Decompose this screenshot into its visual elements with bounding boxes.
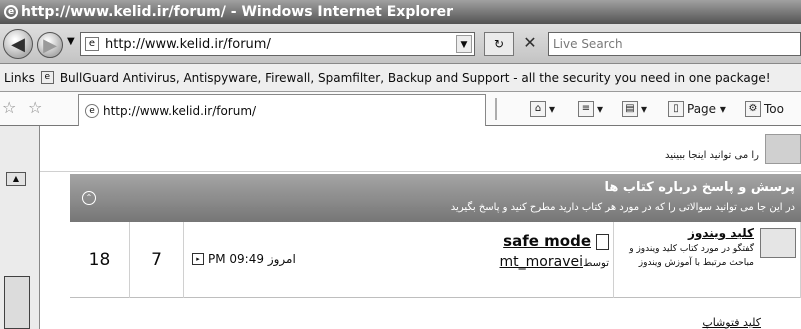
last-post-day: امروز: [267, 252, 296, 266]
title-bar: e http://www.kelid.ir/forum/ - Windows I…: [0, 0, 801, 24]
ie-logo-icon: e: [4, 5, 18, 19]
tab-label[interactable]: http://www.kelid.ir/forum/: [103, 104, 256, 118]
thread-doc-icon: [596, 234, 609, 250]
previous-forum-text: را می توانید اینجا ببینید: [665, 150, 759, 161]
print-button[interactable]: ▤ ▾: [622, 99, 647, 119]
page-menu-button[interactable]: ▯ Page ▾: [668, 99, 726, 119]
home-icon: ⌂: [530, 101, 546, 117]
page-content: ▲ را می توانید اینجا ببینید ⌃ پرسش و پاس…: [0, 126, 801, 329]
forum-book-icon: [760, 228, 796, 258]
category-title[interactable]: پرسش و پاسخ درباره کتاب ها: [604, 180, 795, 195]
by-label: توسط: [583, 258, 609, 269]
search-input[interactable]: Live Search: [548, 32, 801, 56]
threads-count: 7: [130, 222, 184, 298]
scroll-up-arrow-icon[interactable]: ▲: [6, 172, 26, 186]
forum-title-link[interactable]: کلید ویندوز: [688, 226, 754, 240]
address-toolbar: ◀ ▶ ▼ e http://www.kelid.ir/forum/ ▼ ↻ ✕…: [0, 24, 801, 64]
category-header: ⌃ پرسش و پاسخ درباره کتاب ها در این جا م…: [70, 174, 801, 222]
tab-bar: ☆ ☆ e http://www.kelid.ir/forum/ ⌂ ▾ ≡ ▾ ▤…: [0, 92, 801, 126]
go-to-post-icon[interactable]: ▸: [192, 253, 204, 265]
printer-icon: ▤: [622, 101, 638, 117]
page-icon: e: [85, 37, 99, 51]
last-thread-link[interactable]: safe mode: [503, 232, 591, 250]
address-url[interactable]: http://www.kelid.ir/forum/: [105, 37, 271, 52]
posts-count: 18: [70, 222, 130, 298]
last-post-time: PM 09:49: [208, 252, 264, 266]
tab-separator: [495, 98, 497, 120]
links-bar: Links e BullGuard Antivirus, Antispyware…: [0, 64, 801, 92]
scroll-thumb[interactable]: [4, 276, 30, 329]
link-page-icon: e: [40, 71, 54, 84]
page-menu-label[interactable]: Page: [687, 102, 716, 116]
last-post-date: ▸ PM 09:49 امروز: [192, 252, 296, 266]
page-menu-icon: ▯: [668, 101, 684, 117]
forward-button[interactable]: ▶: [37, 32, 63, 58]
search-placeholder[interactable]: Live Search: [553, 37, 623, 51]
gear-icon: ⚙: [745, 101, 761, 117]
feeds-icon: ≡: [578, 101, 594, 117]
forum-description: گفتگو در مورد کتاب کلید ویندوز و مباحث م…: [629, 244, 754, 268]
tools-menu-button[interactable]: ⚙ Too: [745, 99, 784, 119]
recent-pages-dropdown-icon[interactable]: ▼: [67, 36, 75, 47]
tab-current[interactable]: e http://www.kelid.ir/forum/: [78, 94, 486, 126]
add-favorites-icon[interactable]: ☆: [28, 98, 42, 117]
tab-page-icon: e: [85, 103, 99, 118]
forum-info-cell: کلید ویندوز گفتگو در مورد کتاب کلید ویند…: [614, 222, 801, 298]
links-item[interactable]: BullGuard Antivirus, Antispyware, Firewa…: [60, 71, 771, 85]
refresh-button[interactable]: ↻: [484, 32, 514, 56]
vertical-scrollbar[interactable]: ▲: [0, 126, 40, 329]
last-post-cell: ▸ PM 09:49 امروز safe mode mt_moravei تو…: [184, 222, 614, 298]
favorites-star-icon[interactable]: ☆: [2, 98, 16, 117]
next-forum-title[interactable]: کلید فتوشاپ: [702, 316, 761, 329]
feeds-button[interactable]: ≡ ▾: [578, 99, 603, 119]
collapse-icon[interactable]: ⌃: [82, 191, 96, 205]
address-dropdown-icon[interactable]: ▼: [456, 35, 472, 53]
last-user-link[interactable]: mt_moravei: [500, 254, 583, 270]
window-title: http://www.kelid.ir/forum/ - Windows Int…: [21, 4, 454, 20]
links-label: Links: [4, 70, 35, 85]
home-button[interactable]: ⌂ ▾: [530, 99, 555, 119]
forum-status-icon: [765, 134, 801, 164]
back-button[interactable]: ◀: [3, 29, 33, 59]
address-bar[interactable]: e http://www.kelid.ir/forum/ ▼: [80, 32, 475, 56]
previous-forum-row: را می توانید اینجا ببینید: [40, 126, 801, 172]
stop-button[interactable]: ✕: [518, 32, 542, 56]
forum-row: 18 7 ▸ PM 09:49 امروز safe mode mt_morav…: [70, 222, 801, 298]
category-description: در این جا می توانید سوالاتی را که در مور…: [450, 202, 795, 213]
tools-menu-label[interactable]: Too: [764, 102, 784, 116]
